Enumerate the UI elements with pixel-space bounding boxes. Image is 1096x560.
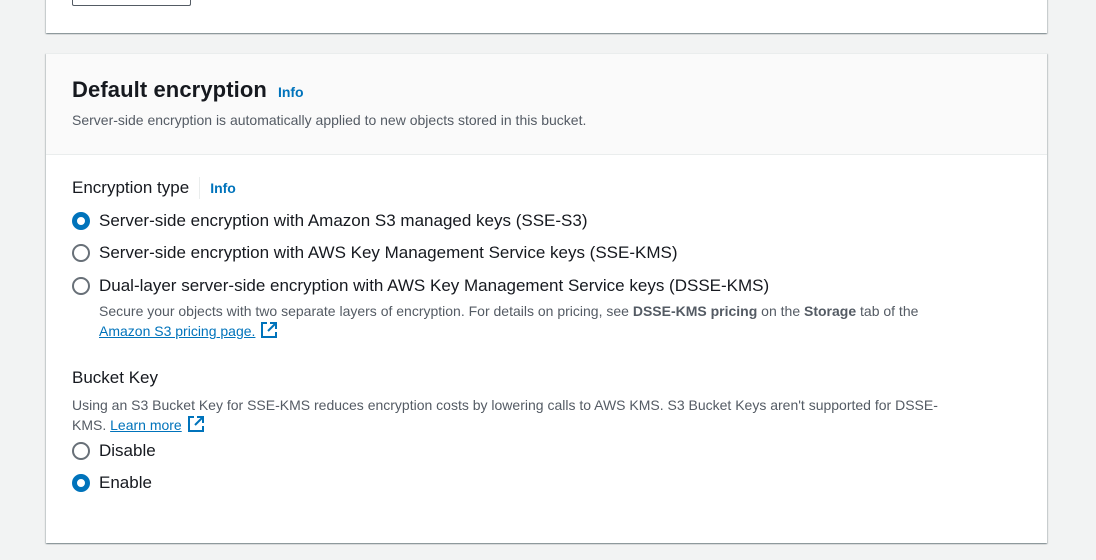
section-title: Default encryption [72, 77, 267, 102]
radio-sse-s3[interactable]: Server-side encryption with Amazon S3 ma… [72, 211, 588, 231]
encryption-type-label-row: Encryption type Info [72, 177, 236, 199]
radio-bucket-key-disable[interactable]: Disable [72, 441, 156, 461]
learn-more-link[interactable]: Learn more [110, 417, 182, 433]
radio-label-dsse-kms: Dual-layer server-side encryption with A… [99, 276, 770, 295]
dsse-desc-text-3: tab of the [856, 303, 919, 319]
radio-label-sse-s3: Server-side encryption with Amazon S3 ma… [99, 211, 588, 230]
previous-panel [46, 0, 1047, 33]
bucket-key-desc-line2: KMS. [72, 417, 107, 433]
radio-button-disable[interactable] [72, 442, 90, 460]
radio-button-dsse-kms[interactable] [72, 277, 90, 295]
radio-label-disable: Disable [99, 441, 156, 460]
radio-label-sse-kms: Server-side encryption with AWS Key Mana… [99, 243, 678, 262]
label-divider [199, 177, 201, 199]
bucket-key-desc-line1: Using an S3 Bucket Key for SSE-KMS reduc… [72, 397, 938, 413]
external-link-icon[interactable] [260, 321, 278, 344]
dsse-pricing-bold: DSSE-KMS pricing [632, 303, 758, 319]
radio-bucket-key-enable[interactable]: Enable [72, 473, 152, 493]
encryption-type-info-link[interactable]: Info [210, 180, 236, 196]
encryption-type-label: Encryption type [72, 178, 190, 197]
s3-pricing-page-link[interactable]: Amazon S3 pricing page. [99, 323, 255, 339]
dsse-desc-text-1: Secure your objects with two separate la… [99, 303, 633, 319]
radio-dsse-kms[interactable]: Dual-layer server-side encryption with A… [72, 276, 769, 296]
section-description: Server-side encryption is automatically … [72, 112, 587, 128]
radio-button-sse-kms[interactable] [72, 244, 90, 262]
storage-bold: Storage [804, 303, 857, 319]
external-link-icon[interactable] [187, 415, 205, 438]
bucket-key-label: Bucket Key [72, 368, 158, 387]
section-info-link[interactable]: Info [278, 84, 304, 100]
section-title-row: Default encryption Info [72, 77, 304, 103]
dsse-kms-description: Secure your objects with two separate la… [99, 301, 1019, 344]
radio-button-sse-s3[interactable] [72, 212, 90, 230]
radio-sse-kms[interactable]: Server-side encryption with AWS Key Mana… [72, 243, 678, 263]
bucket-key-label-row: Bucket Key [72, 368, 158, 388]
default-encryption-panel: Default encryption Info Server-side encr… [46, 53, 1047, 543]
radio-button-enable[interactable] [72, 474, 90, 492]
panel-header: Default encryption Info Server-side encr… [46, 54, 1047, 155]
bucket-key-description: Using an S3 Bucket Key for SSE-KMS reduc… [72, 395, 1012, 438]
previous-panel-button[interactable] [72, 0, 191, 6]
dsse-desc-text-2: on the [757, 303, 804, 319]
radio-label-enable: Enable [99, 473, 152, 492]
